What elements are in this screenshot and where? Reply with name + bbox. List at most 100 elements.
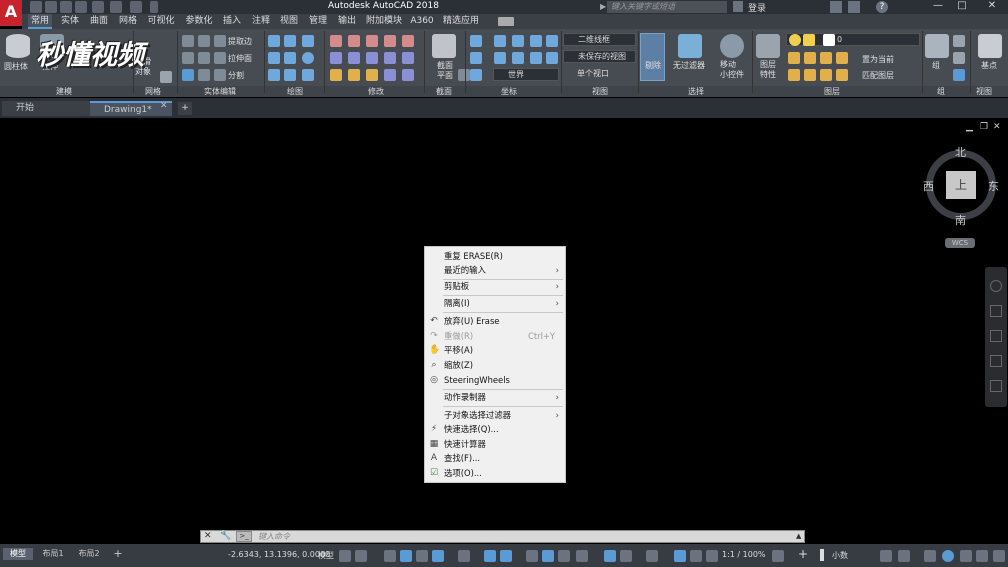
showmotion-nav-icon[interactable] bbox=[990, 380, 1002, 392]
group-edit-icon[interactable] bbox=[953, 52, 965, 64]
cart-icon[interactable] bbox=[830, 1, 842, 13]
compass-east[interactable]: 东 bbox=[988, 178, 999, 194]
workspace-gear-icon[interactable] bbox=[772, 550, 784, 562]
infer-constraints-icon[interactable] bbox=[384, 550, 396, 562]
array-icon[interactable] bbox=[330, 52, 342, 64]
ucs-origin-icon[interactable] bbox=[494, 52, 506, 64]
panel-label-draw[interactable]: 绘图 bbox=[270, 86, 320, 97]
compass-west[interactable]: 西 bbox=[923, 178, 934, 194]
selection-filter-icon[interactable] bbox=[620, 550, 632, 562]
viewport-minimize-icon[interactable]: ▁ bbox=[966, 122, 973, 132]
layer-properties-icon[interactable] bbox=[756, 34, 780, 58]
print-icon[interactable] bbox=[92, 1, 104, 13]
base-view-icon[interactable] bbox=[978, 34, 1002, 58]
clean-screen-icon[interactable] bbox=[960, 550, 972, 562]
stretch-icon[interactable] bbox=[348, 52, 360, 64]
polygon-icon[interactable] bbox=[268, 69, 280, 81]
exchange-icon[interactable] bbox=[848, 1, 860, 13]
isodraft-icon[interactable] bbox=[458, 550, 470, 562]
steering-wheel-nav-icon[interactable] bbox=[990, 280, 1002, 292]
tab-annotate[interactable]: 注释 bbox=[249, 14, 273, 29]
move-gizmo-icon[interactable] bbox=[720, 34, 744, 58]
group-select-icon[interactable] bbox=[953, 69, 965, 81]
lock-ui-icon[interactable] bbox=[898, 550, 910, 562]
selection-cycling-icon[interactable] bbox=[558, 550, 570, 562]
menu-item-repeat-erase[interactable]: 重复 ERASE(R) bbox=[425, 249, 565, 264]
mirror-icon[interactable] bbox=[402, 35, 414, 47]
coordinates-readout[interactable]: -2.6343, 13.1396, 0.0000 bbox=[228, 550, 330, 559]
quick-access-dropdown-icon[interactable] bbox=[150, 1, 158, 13]
visual-style-dropdown[interactable]: 二维线框 bbox=[563, 33, 636, 46]
tab-home[interactable]: 常用 bbox=[28, 14, 52, 29]
close-cmdline-icon[interactable]: ✕ bbox=[204, 531, 212, 541]
panel-label-selection[interactable]: 选择 bbox=[676, 86, 716, 97]
no-filter-icon[interactable] bbox=[678, 34, 702, 58]
panel-label-modify[interactable]: 修改 bbox=[356, 86, 396, 97]
extrude-face-label[interactable]: 拉伸面 bbox=[228, 53, 252, 64]
redo-icon[interactable] bbox=[130, 1, 142, 13]
no-filter-label[interactable]: 无过滤器 bbox=[673, 60, 705, 71]
tab-addins[interactable]: 附加模块 bbox=[364, 14, 404, 29]
transparency-icon[interactable] bbox=[542, 550, 554, 562]
ucs-icon[interactable] bbox=[470, 35, 482, 47]
gizmo-icon[interactable] bbox=[646, 550, 658, 562]
ucs-previous-icon[interactable] bbox=[546, 52, 558, 64]
save-as-icon[interactable] bbox=[75, 1, 87, 13]
customization-menu-icon[interactable] bbox=[993, 550, 1005, 562]
dynamic-ucs-icon[interactable] bbox=[604, 550, 616, 562]
intersect-icon[interactable] bbox=[182, 52, 194, 64]
viewcube-top-face[interactable]: 上 bbox=[946, 171, 976, 199]
section-settings-icon[interactable] bbox=[458, 69, 470, 81]
set-current-label[interactable]: 置为当前 bbox=[862, 54, 894, 65]
units-dropdown[interactable]: 小数 bbox=[832, 550, 848, 561]
wcs-menu[interactable]: WCS bbox=[945, 238, 975, 248]
explode-icon[interactable] bbox=[348, 69, 360, 81]
add-layout-icon[interactable]: + bbox=[110, 548, 126, 560]
undo-icon[interactable] bbox=[110, 1, 122, 13]
tab-manage[interactable]: 管理 bbox=[306, 14, 330, 29]
menu-item-find[interactable]: A 查找(F)... bbox=[425, 451, 565, 466]
ribbon-toggle-icon[interactable] bbox=[498, 17, 514, 26]
panel-label-modeling[interactable]: 建模 bbox=[40, 86, 88, 97]
panel-label-view[interactable]: 视图 bbox=[580, 86, 620, 97]
tab-mesh[interactable]: 网格 bbox=[116, 14, 140, 29]
menu-item-options[interactable]: ☑ 选项(O)... bbox=[425, 466, 565, 481]
wrench-icon[interactable]: 🔧 bbox=[220, 531, 231, 541]
line-icon[interactable] bbox=[268, 35, 280, 47]
circle-icon[interactable] bbox=[302, 52, 314, 64]
menu-item-quick-select[interactable]: ⚡ 快速选择(Q)... bbox=[425, 422, 565, 437]
panel-label-layers[interactable]: 图层 bbox=[812, 86, 852, 97]
tab-insert[interactable]: 插入 bbox=[220, 14, 244, 29]
split-label[interactable]: 分割 bbox=[228, 70, 244, 81]
menu-item-pan[interactable]: ✋ 平移(A) bbox=[425, 343, 565, 358]
graphics-performance-icon[interactable] bbox=[976, 550, 988, 562]
ucs-face-icon[interactable] bbox=[512, 52, 524, 64]
close-button[interactable]: ✕ bbox=[982, 0, 1002, 13]
annotation-monitor-icon[interactable]: + bbox=[798, 547, 808, 561]
menu-item-steeringwheels[interactable]: ◎ SteeringWheels bbox=[425, 373, 565, 388]
break-icon[interactable] bbox=[402, 69, 414, 81]
tab-visualize[interactable]: 可视化 bbox=[145, 14, 177, 29]
interfere-icon[interactable] bbox=[198, 52, 210, 64]
ellipse-icon[interactable] bbox=[302, 69, 314, 81]
ucs-view-icon[interactable] bbox=[470, 52, 482, 64]
align-icon[interactable] bbox=[384, 69, 396, 81]
annotation-visibility-icon[interactable] bbox=[674, 550, 686, 562]
snap-icon[interactable] bbox=[355, 550, 367, 562]
panel-label-group[interactable]: 组 bbox=[926, 86, 956, 97]
layer-freeze-sel-icon[interactable] bbox=[820, 52, 832, 64]
tab-parametric[interactable]: 参数化 bbox=[183, 14, 215, 29]
viewport-restore-icon[interactable]: ❐ bbox=[980, 122, 988, 132]
orbit-nav-icon[interactable] bbox=[990, 355, 1002, 367]
cylinder-icon[interactable] bbox=[6, 34, 30, 58]
menu-item-redo[interactable]: ↷ 重做(R) Ctrl+Y bbox=[425, 329, 565, 344]
subtract-icon[interactable] bbox=[198, 35, 210, 47]
command-input[interactable]: 键入命令 bbox=[258, 531, 290, 542]
tab-surface[interactable]: 曲面 bbox=[87, 14, 111, 29]
rotate-icon[interactable] bbox=[366, 35, 378, 47]
union-icon[interactable] bbox=[182, 35, 194, 47]
panel-label-section[interactable]: 截面 bbox=[424, 86, 464, 97]
annotation-scale-readout[interactable]: 1:1 / 100% bbox=[722, 550, 766, 559]
panel-label-coordinates[interactable]: 坐标 bbox=[494, 86, 524, 97]
zoom-nav-icon[interactable] bbox=[990, 330, 1002, 342]
